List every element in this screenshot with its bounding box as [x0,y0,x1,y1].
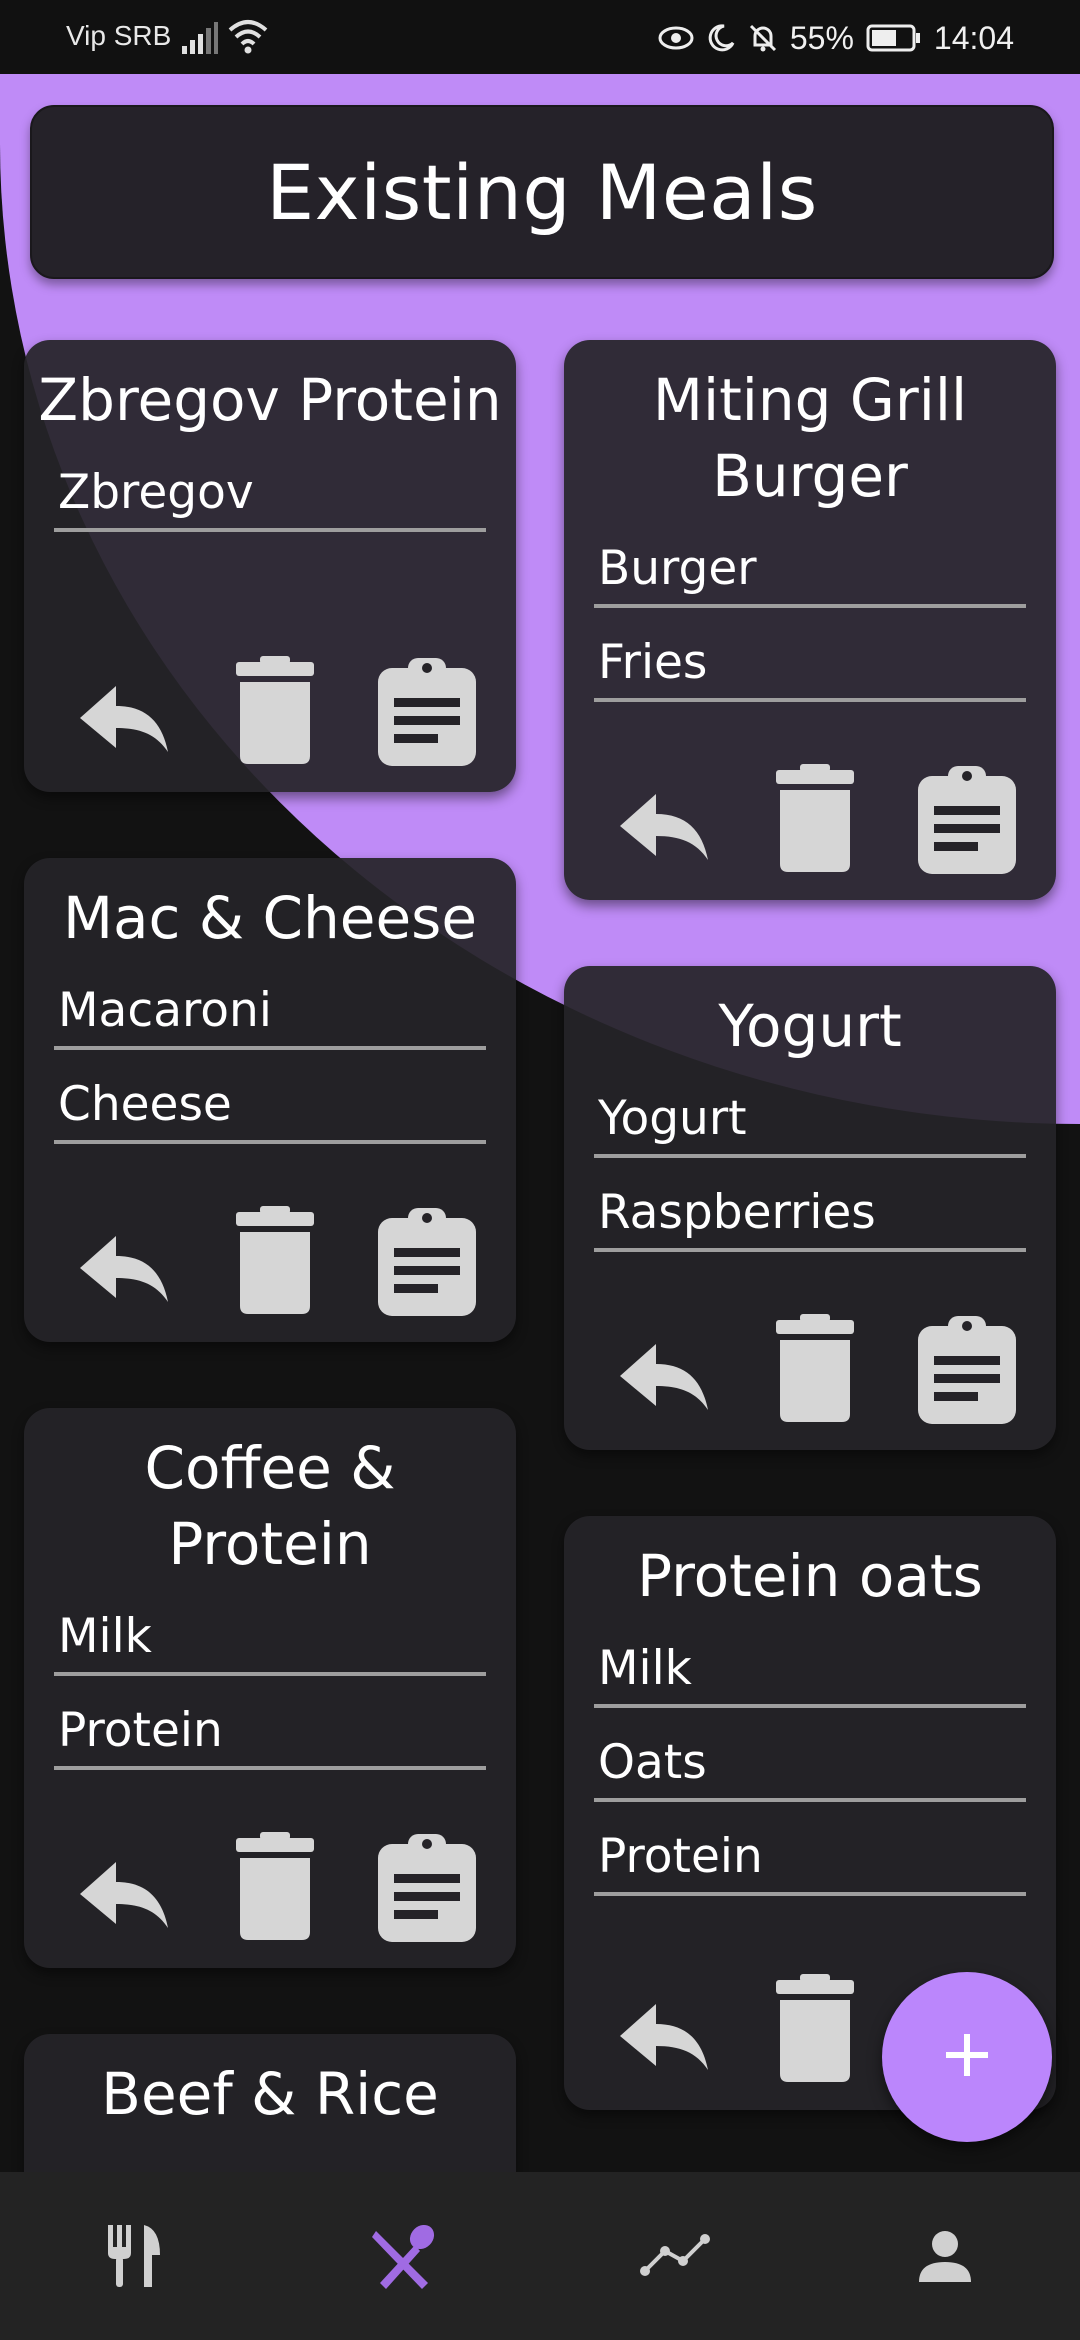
card-actions [24,1832,516,1942]
moon-icon [706,23,736,53]
ingredient-field[interactable]: Fries [594,630,1026,702]
clipboard-icon [918,1316,1016,1424]
delete-button[interactable] [756,764,866,874]
status-bar: Vip SRB 55% 14:04 [0,0,1080,74]
ingredient-field[interactable]: Protein [594,1824,1026,1896]
card-actions [24,656,516,766]
reply-icon [80,686,168,752]
ingredient-field[interactable]: Macaroni [54,978,486,1050]
carrier-label: Vip SRB [66,20,172,51]
battery-icon [866,24,922,52]
delete-icon [776,764,854,872]
delete-icon [776,1314,854,1422]
ingredient-field[interactable]: Yogurt [594,1086,1026,1158]
reply-icon [80,1862,168,1928]
clipboard-icon [378,1834,476,1942]
delete-button[interactable] [216,1206,326,1316]
delete-button[interactable] [756,1314,866,1424]
delete-icon [236,1206,314,1314]
meal-title: Coffee & Protein [144,1434,396,1578]
meals-icon [372,2224,435,2289]
ingredient-field[interactable]: Milk [594,1636,1026,1708]
meal-card: Yogurt Yogurt Raspberries [564,966,1056,1450]
nav-tab-profile[interactable] [810,2172,1080,2340]
meal-title: Mac & Cheese [62,884,478,952]
fork-knife-icon [108,2225,160,2287]
meal-title: Beef & Rice [101,2060,439,2128]
reply-icon [620,794,708,860]
nav-tab-food[interactable] [0,2172,270,2340]
meal-card: Miting Grill Burger Burger Fries [564,340,1056,900]
mute-bell-icon [748,23,778,53]
header-card: Existing Meals [30,105,1054,279]
profile-icon [919,2231,971,2282]
nav-tab-meals[interactable] [270,2172,540,2340]
ingredient-field[interactable]: Burger [594,536,1026,608]
battery-percent: 55% [789,19,854,56]
delete-icon [236,656,314,764]
delete-icon [776,1974,854,2082]
reply-button[interactable] [606,1974,716,2084]
reply-button[interactable] [606,1314,716,1424]
stats-chart-icon [640,2234,710,2276]
edit-note-button[interactable] [372,1832,482,1942]
meal-title: Protein oats [637,1542,983,1610]
ingredient-field[interactable]: Protein [54,1698,486,1770]
delete-icon [236,1832,314,1940]
meal-card: Coffee & Protein Milk Protein [24,1408,516,1968]
plus-icon [942,2030,992,2084]
ingredient-field[interactable]: Zbregov [54,460,486,532]
clock: 14:04 [933,19,1014,56]
delete-button[interactable] [216,1832,326,1942]
signal-icon [182,22,218,59]
edit-note-button[interactable] [372,656,482,766]
edit-note-button[interactable] [372,1206,482,1316]
reply-button[interactable] [66,1832,176,1942]
eye-icon [658,25,694,51]
ingredient-field[interactable]: Raspberries [594,1180,1026,1252]
card-actions [24,1206,516,1316]
delete-button[interactable] [216,656,326,766]
reply-button[interactable] [66,1206,176,1316]
reply-icon [620,1344,708,1410]
reply-button[interactable] [66,656,176,766]
reply-button[interactable] [606,764,716,874]
bottom-navigation [0,2172,1080,2340]
meal-title: Zbregov Protein [38,366,502,434]
card-actions [564,764,1056,874]
ingredient-field[interactable]: Oats [594,1730,1026,1802]
meal-title: Miting Grill Burger [652,366,968,510]
ingredient-field[interactable]: Milk [54,1604,486,1676]
edit-note-button[interactable] [912,1314,1022,1424]
add-meal-button[interactable] [882,1972,1052,2142]
meal-title: Yogurt [718,992,902,1060]
meal-card: Mac & Cheese Macaroni Cheese [24,858,516,1342]
ingredient-field[interactable]: Cheese [54,1072,486,1144]
reply-icon [80,1236,168,1302]
edit-note-button[interactable] [912,764,1022,874]
card-actions [564,1314,1056,1424]
delete-button[interactable] [756,1974,866,2084]
clipboard-icon [378,1208,476,1316]
reply-icon [620,2004,708,2070]
clipboard-icon [918,766,1016,874]
wifi-icon [228,18,268,59]
clipboard-icon [378,658,476,766]
page-title: Existing Meals [266,147,818,237]
nav-tab-stats[interactable] [540,2172,810,2340]
meal-card: Zbregov Protein Zbregov [24,340,516,792]
